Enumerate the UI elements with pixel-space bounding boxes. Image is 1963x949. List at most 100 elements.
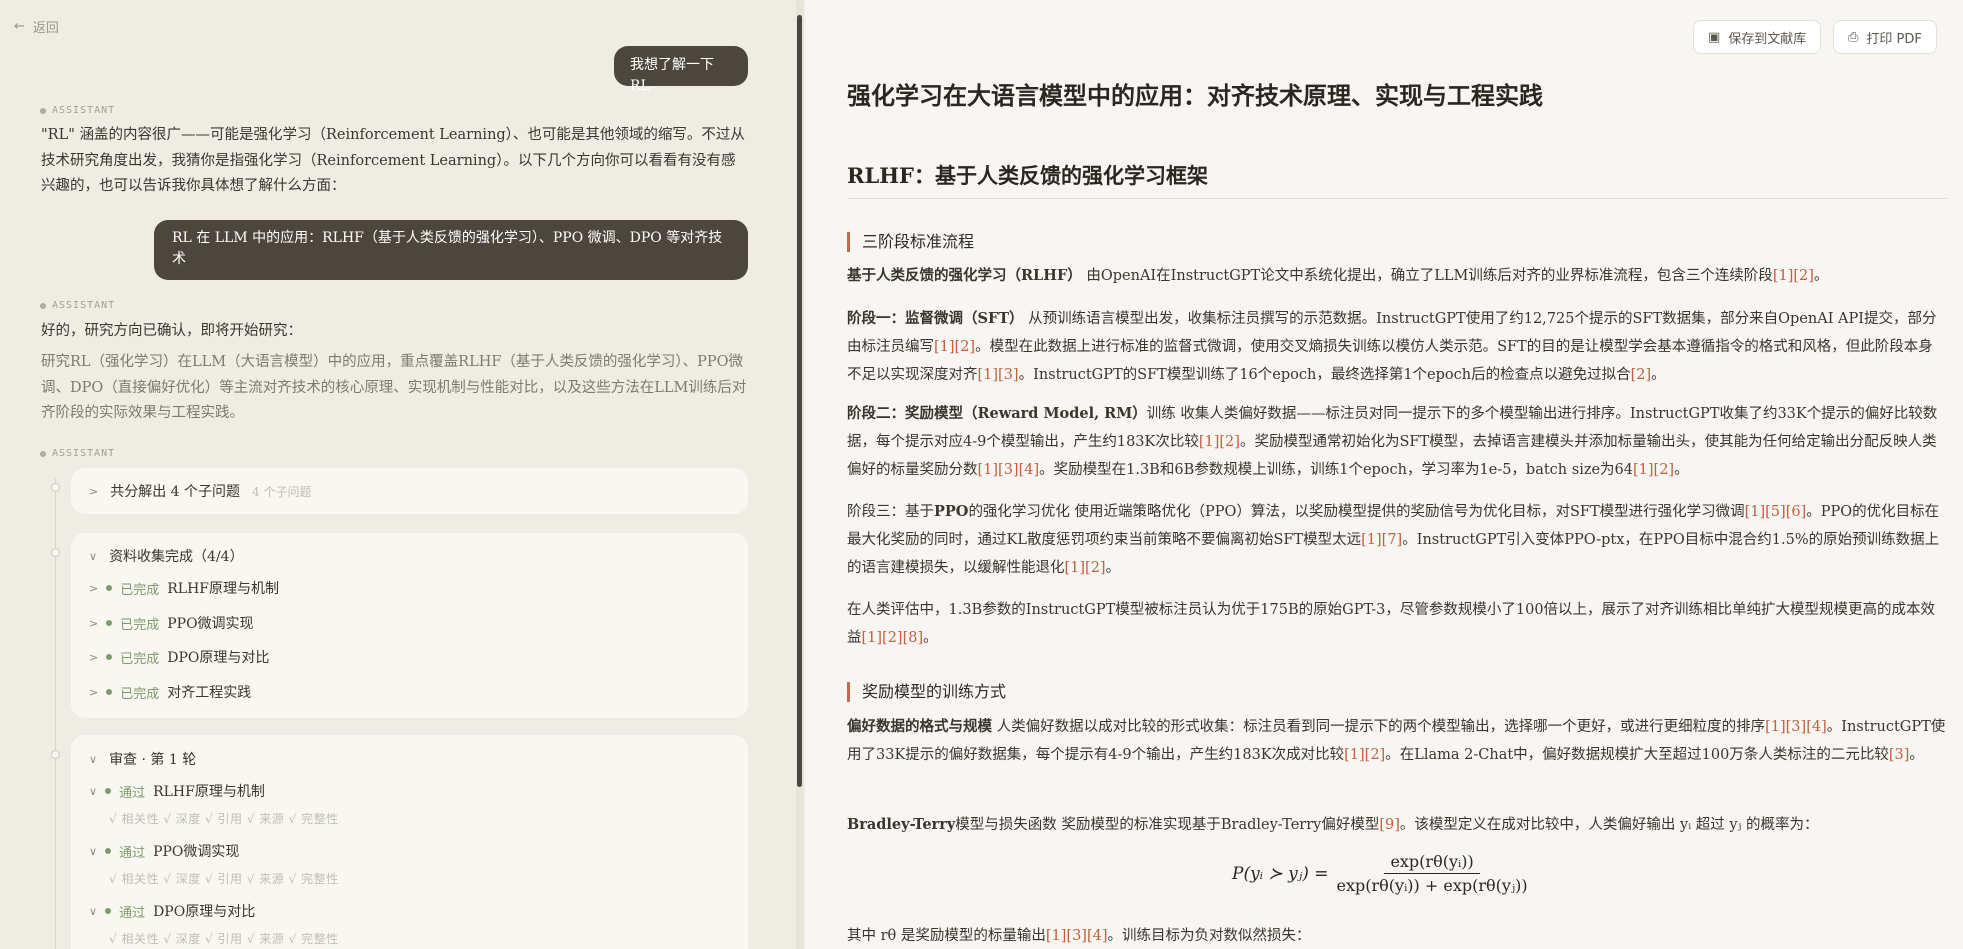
formula-fraction: exp(rθ(yᵢ)) exp(rθ(yᵢ)) + exp(rθ(yⱼ)) (1337, 852, 1528, 895)
citation-link[interactable]: [1][3][4] (1046, 928, 1108, 944)
decompose-card[interactable]: > 共分解出 4 个子问题 4 个子问题 (71, 468, 748, 514)
citation-link[interactable]: [1][2] (1199, 434, 1240, 450)
paragraph: 在人类评估中，1.3B参数的InstructGPT模型被标注员认为优于175B的… (847, 602, 1936, 646)
collect-item[interactable]: > 已完成 对齐工程实践 (89, 682, 251, 702)
review-title: 审查 · 第 1 轮 (109, 752, 197, 768)
formula-denominator: exp(rθ(yᵢ)) + exp(rθ(yⱼ)) (1336, 876, 1528, 895)
paragraph: 阶段三：基于PPO的强化学习优化 使用近端策略优化（PPO）算法，以奖励模型提供… (847, 503, 1940, 576)
status-text: 已完成 (120, 617, 160, 633)
item-label: RLHF原理与机制 (167, 581, 279, 597)
back-label: 返回 (32, 21, 59, 36)
citation-link[interactable]: [1][5][6] (1745, 504, 1807, 520)
subsection-heading: 奖励模型的训练方式 (847, 682, 1006, 702)
decompose-sub: 4 个子问题 (252, 484, 312, 499)
chevron-down-icon: ∨ (89, 844, 98, 858)
citation-link[interactable]: [1][2] (1065, 560, 1106, 576)
paragraph: 其中 rθ 是奖励模型的标量输出[1][3][4]。训练目标为负对数似然损失： (847, 928, 1311, 944)
chevron-down-icon: ∨ (89, 752, 98, 766)
status-dot (106, 585, 113, 591)
print-pdf-button[interactable]: ⎙ 打印 PDF (1833, 20, 1937, 54)
document-panel: ▣ 保存到文献库 ⎙ 打印 PDF 强化学习在大语言模型中的应用：对齐技术原理、… (806, 0, 1963, 949)
citation-link[interactable]: [3] (1889, 747, 1910, 763)
item-label: DPO原理与对比 (167, 650, 270, 666)
back-button[interactable]: ← 返回 (14, 17, 59, 36)
user-message: RL 在 LLM 中的应用：RLHF（基于人类反馈的强化学习）、PPO 微调、D… (154, 220, 748, 280)
status-text: 已完成 (120, 686, 160, 702)
status-dot (106, 620, 113, 626)
status-text: 通过 (119, 845, 146, 861)
citation-link[interactable]: [1][2] (1773, 268, 1814, 284)
assistant-label: ASSISTANT (40, 300, 115, 311)
citation-link[interactable]: [1][2] (1344, 747, 1385, 763)
citation-link[interactable]: [1][2] (934, 339, 975, 355)
print-label: 打印 PDF (1866, 31, 1922, 47)
item-label: 对齐工程实践 (167, 685, 252, 701)
section-heading: RLHF：基于人类反馈的强化学习框架 (847, 163, 1208, 188)
formula-lhs: P(yᵢ ≻ yⱼ) = (1232, 863, 1329, 884)
review-card: ∨ 审查 · 第 1 轮 ∨ 通过 RLHF原理与机制 √ 相关性 √ 深度 √… (71, 735, 748, 949)
review-checks: √ 相关性 √ 深度 √ 引用 √ 来源 √ 完整性 (109, 932, 339, 946)
chevron-down-icon: ∨ (89, 549, 98, 563)
paragraph: 基于人类反馈的强化学习（RLHF） 由OpenAI在InstructGPT论文中… (847, 267, 1829, 284)
status-dot (106, 689, 113, 695)
assistant-message: "RL" 涵盖的内容很广——可能是强化学习（Reinforcement Lear… (41, 127, 745, 194)
citation-link[interactable]: [9] (1379, 817, 1400, 833)
review-header[interactable]: ∨ 审查 · 第 1 轮 (89, 749, 196, 769)
review-checks: √ 相关性 √ 深度 √ 引用 √ 来源 √ 完整性 (109, 872, 339, 886)
assistant-label: ASSISTANT (40, 105, 115, 116)
formula-numerator: exp(rθ(yᵢ)) (1384, 852, 1480, 874)
citation-link[interactable]: [1][2][8] (862, 630, 924, 646)
citation-link[interactable]: [1][2] (1633, 462, 1674, 478)
review-checks: √ 相关性 √ 深度 √ 引用 √ 来源 √ 完整性 (109, 812, 339, 826)
chat-panel: ← 返回 我想了解一下RL ASSISTANT "RL" 涵盖的内容很广——可能… (0, 0, 798, 949)
bradley-terry-formula: P(yᵢ ≻ yⱼ) = exp(rθ(yᵢ)) exp(rθ(yᵢ)) + e… (1232, 852, 1528, 895)
item-label: PPO微调实现 (167, 616, 254, 632)
decompose-title: 共分解出 4 个子问题 (110, 484, 241, 500)
chevron-right-icon: > (89, 581, 99, 595)
timeline-node (51, 483, 60, 492)
decompose-header[interactable]: > 共分解出 4 个子问题 4 个子问题 (89, 481, 311, 501)
chevron-right-icon: > (89, 616, 99, 630)
collect-item[interactable]: > 已完成 PPO微调实现 (89, 613, 254, 633)
item-label: DPO原理与对比 (153, 904, 256, 920)
citation-link[interactable]: [1][3] (978, 367, 1019, 383)
chevron-down-icon: ∨ (89, 904, 98, 918)
status-text: 通过 (119, 785, 146, 801)
paragraph: Bradley-Terry模型与损失函数 奖励模型的标准实现基于Bradley-… (847, 816, 1819, 833)
review-item[interactable]: ∨ 通过 RLHF原理与机制 (89, 781, 265, 801)
status-dot (105, 848, 112, 854)
chevron-down-icon: ∨ (89, 784, 98, 798)
status-dot (105, 908, 112, 914)
divider (847, 198, 1947, 199)
printer-icon: ⎙ (1848, 29, 1859, 45)
citation-link[interactable]: [1][3][4] (1765, 719, 1827, 735)
save-label: 保存到文献库 (1728, 31, 1807, 47)
status-dot (106, 654, 113, 660)
status-text: 已完成 (120, 582, 160, 598)
save-icon: ▣ (1708, 29, 1721, 45)
assistant-label: ASSISTANT (40, 448, 115, 459)
citation-link[interactable]: [2] (1631, 367, 1652, 383)
status-text: 已完成 (120, 651, 160, 667)
timeline-node (51, 750, 60, 759)
paragraph: 阶段二：奖励模型（Reward Model, RM）训练 收集人类偏好数据——标… (847, 405, 1938, 478)
collect-item[interactable]: > 已完成 RLHF原理与机制 (89, 578, 279, 598)
paragraph: 阶段一：监督微调（SFT） 从预训练语言模型出发，收集标注员撰写的示范数据。In… (847, 310, 1937, 383)
timeline-node (51, 548, 60, 557)
collect-header[interactable]: ∨ 资料收集完成（4/4） (89, 546, 244, 566)
arrow-left-icon: ← (14, 19, 25, 34)
collect-item[interactable]: > 已完成 DPO原理与对比 (89, 647, 269, 667)
subsection-heading: 三阶段标准流程 (847, 232, 974, 252)
citation-link[interactable]: [1][7] (1361, 532, 1402, 548)
assistant-message: 好的，研究方向已确认，即将开始研究： (41, 323, 302, 339)
review-item[interactable]: ∨ 通过 PPO微调实现 (89, 841, 239, 861)
chevron-right-icon: > (89, 650, 99, 664)
scrollbar-thumb[interactable] (797, 15, 802, 787)
save-to-library-button[interactable]: ▣ 保存到文献库 (1693, 20, 1822, 54)
citation-link[interactable]: [1][3][4] (978, 462, 1040, 478)
item-label: PPO微调实现 (153, 844, 240, 860)
chevron-right-icon: > (89, 484, 99, 498)
document-title: 强化学习在大语言模型中的应用：对齐技术原理、实现与工程实践 (847, 81, 1543, 110)
paragraph: 偏好数据的格式与规模 人类偏好数据以成对比较的形式收集：标注员看到同一提示下的两… (847, 718, 1946, 763)
review-item[interactable]: ∨ 通过 DPO原理与对比 (89, 901, 255, 921)
